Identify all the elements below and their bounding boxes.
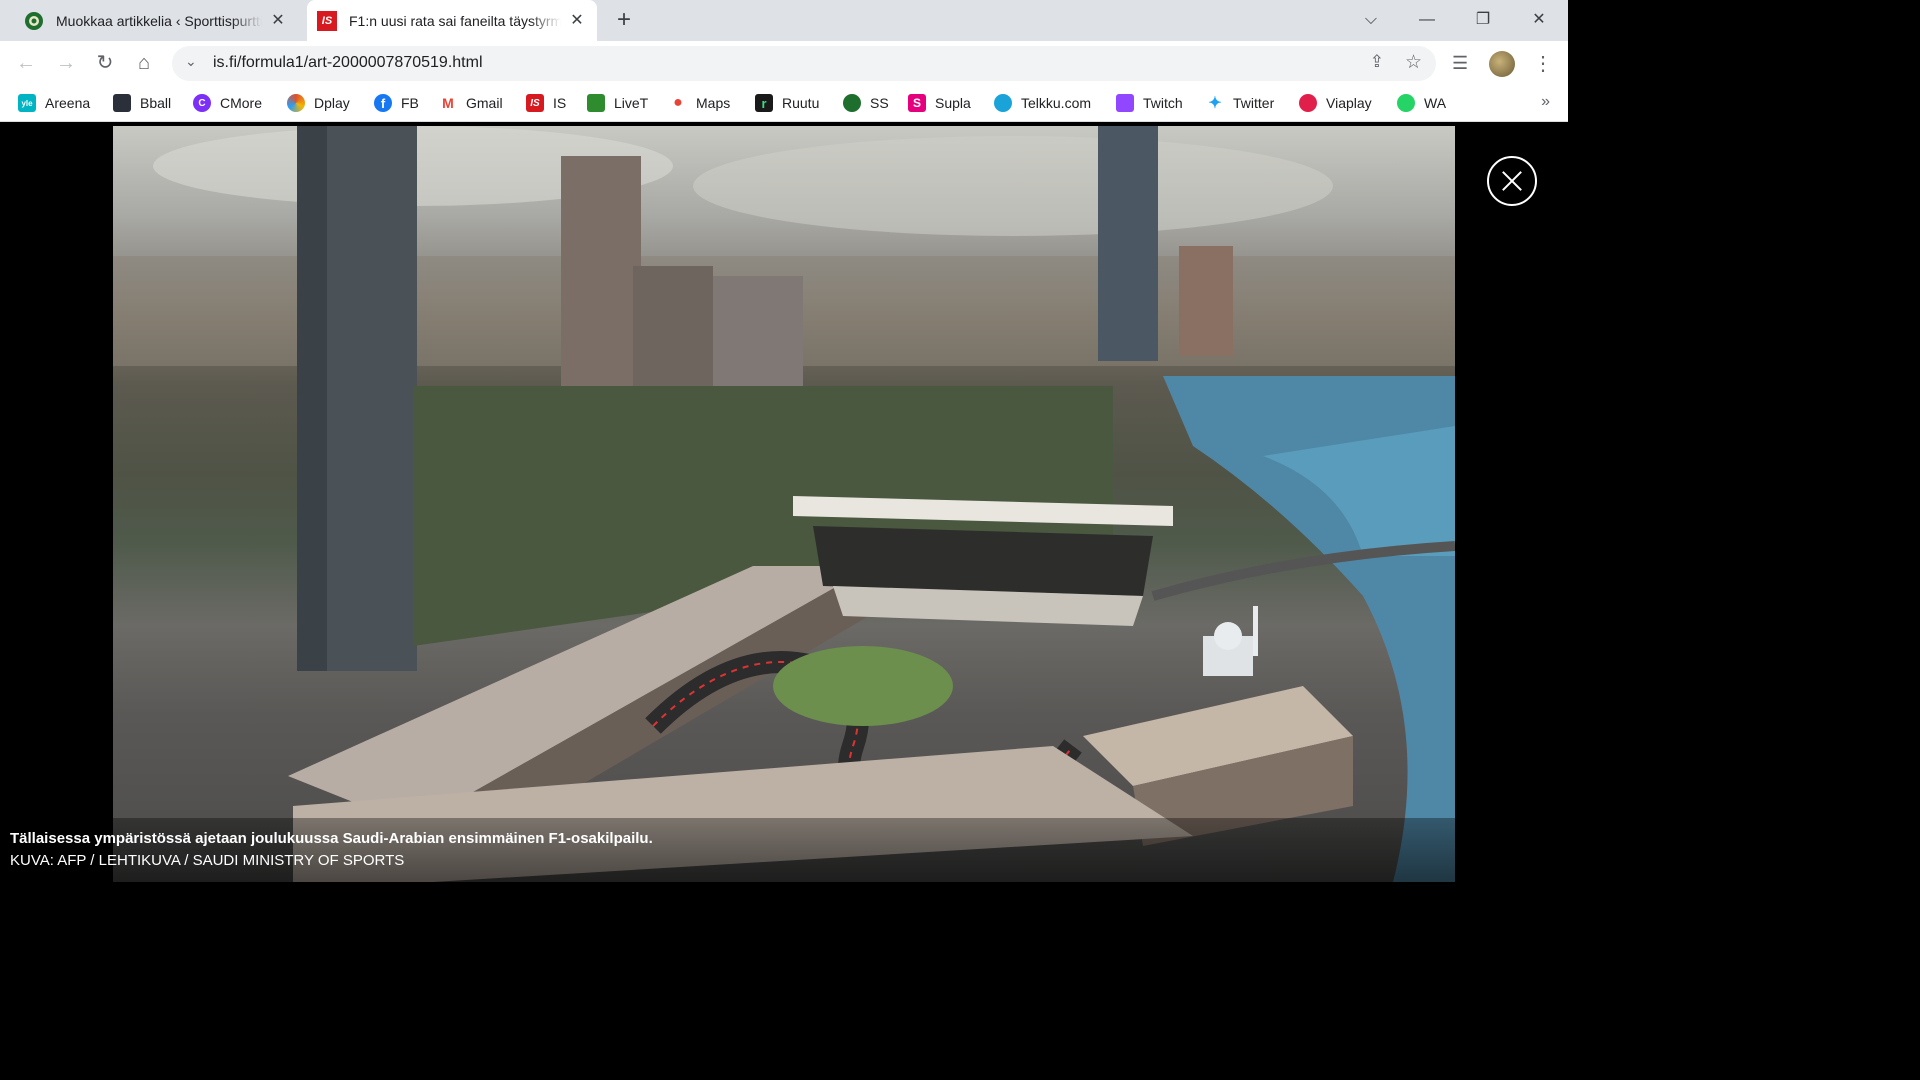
back-button[interactable]: ← [13,50,39,76]
tab-title: F1:n uusi rata sai faneilta täystyrmäyks… [349,12,561,29]
areena-icon: yle [18,94,36,112]
caption-text: Tällaisessa ympäristössä ajetaan jouluku… [10,830,653,847]
bookmark-star-icon[interactable]: ☆ [1405,51,1422,74]
whatsapp-icon [1397,94,1415,112]
sporttispurtti-favicon-icon [24,11,44,31]
telkku-icon [994,94,1012,112]
bookmark-gmail[interactable]: M Gmail [439,93,503,113]
is-favicon-icon: IS [317,10,337,31]
tab-strip: Muokkaa artikkelia ‹ Sporttispurtti ✕ IS… [0,0,1568,41]
ss-icon [843,94,861,112]
minimize-button[interactable]: — [1412,8,1442,32]
bookmark-is[interactable]: IS IS [526,93,566,113]
bookmarks-overflow-icon[interactable]: » [1541,93,1550,111]
bookmark-areena[interactable]: yle Areena [18,93,90,113]
tab-close-icon[interactable]: ✕ [567,11,587,31]
viaplay-icon [1299,94,1317,112]
bookmark-dplay[interactable]: Dplay [287,93,350,113]
photo-credit: KUVA: AFP / LEHTIKUVA / SAUDI MINISTRY O… [10,852,405,869]
bookmark-supla[interactable]: S Supla [908,93,971,113]
bookmark-fb[interactable]: f FB [374,93,419,113]
is-icon: IS [526,94,544,112]
url-text[interactable]: is.fi/formula1/art-2000007870519.html [213,54,483,72]
profile-avatar[interactable] [1489,51,1515,77]
bookmark-maps[interactable]: ● Maps [669,93,730,113]
facebook-icon: f [374,94,392,112]
image-lightbox [0,126,1568,882]
bookmark-bball[interactable]: Bball [113,93,171,113]
bookmarks-bar: yle Areena Bball C CMore Dplay f FB M Gmail … [0,86,1568,122]
browser-toolbar: ← → ↻ ⌂ ⌄ is.fi/formula1/art-20000078705… [0,41,1568,86]
photo-caption: Tällaisessa ympäristössä ajetaan jouluku… [0,818,1455,882]
site-info-icon[interactable]: ⌄ [185,53,197,70]
livet-icon [587,94,605,112]
close-lightbox-button[interactable] [1487,156,1537,206]
media-control-icon[interactable]: ☰ [1452,53,1468,74]
bookmark-ss[interactable]: SS [843,93,889,113]
dplay-icon [287,94,305,112]
bball-icon [113,94,131,112]
bookmark-wa[interactable]: WA [1397,93,1446,113]
chrome-menu-icon[interactable]: ⋮ [1533,51,1553,76]
share-icon[interactable]: ⇪ [1370,52,1384,72]
cmore-icon: C [193,94,211,112]
maps-pin-icon: ● [673,94,683,111]
circuit-rendering-image [113,126,1455,882]
tab-title: Muokkaa artikkelia ‹ Sporttispurtti [56,12,262,29]
bookmark-ruutu[interactable]: r Ruutu [755,93,819,113]
twitch-icon [1116,94,1134,112]
twitter-icon: ✦ [1208,95,1222,112]
home-button[interactable]: ⌂ [131,50,157,76]
restore-button[interactable]: ❐ [1468,8,1498,32]
ruutu-icon: r [755,94,773,112]
supla-icon: S [908,94,926,112]
forward-button[interactable]: → [53,50,79,76]
bookmark-livet[interactable]: LiveT [587,93,648,113]
tab-close-icon[interactable]: ✕ [268,11,288,31]
new-tab-button[interactable]: + [611,8,637,34]
address-bar[interactable]: ⌄ is.fi/formula1/art-2000007870519.html … [172,46,1436,81]
bookmark-telkku[interactable]: Telkku.com [994,93,1091,113]
reload-button[interactable]: ↻ [92,50,118,76]
window-close-button[interactable]: ✕ [1524,8,1554,32]
gmail-icon: M [439,94,457,112]
article-photo [113,126,1455,882]
tab-is-article[interactable]: IS F1:n uusi rata sai faneilta täystyrmä… [307,0,597,41]
bookmark-cmore[interactable]: C CMore [193,93,262,113]
tab-search-icon[interactable]: ⌵ [1356,8,1386,32]
bookmark-viaplay[interactable]: Viaplay [1299,93,1372,113]
bookmark-twitch[interactable]: Twitch [1116,93,1183,113]
bookmark-twitter[interactable]: ✦ Twitter [1206,93,1274,113]
tab-sporttispurtti[interactable]: Muokkaa artikkelia ‹ Sporttispurtti ✕ [14,0,298,41]
